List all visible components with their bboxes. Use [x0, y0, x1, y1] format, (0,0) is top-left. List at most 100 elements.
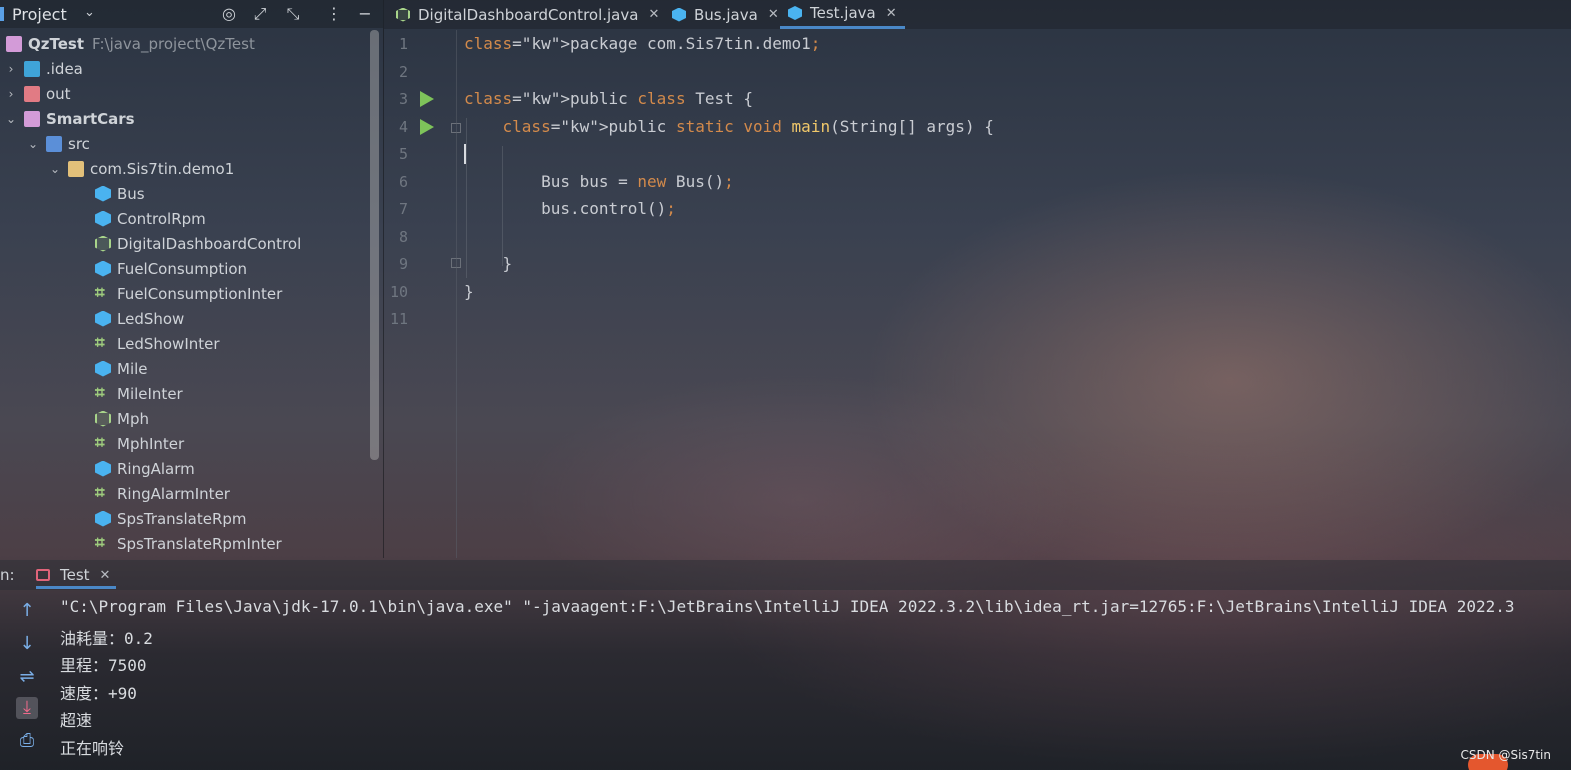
console-output[interactable]: "C:\Program Files\Java\jdk-17.0.1\bin\ja…: [60, 594, 1571, 770]
console-line: 里程：7500: [60, 656, 147, 675]
line-number: 6: [398, 173, 408, 191]
tree-item-interface[interactable]: FuelConsumptionInter: [95, 281, 282, 306]
chevron-right-icon[interactable]: ›: [4, 62, 18, 76]
class-icon: [95, 210, 111, 227]
soft-wrap-icon[interactable]: ⇌: [16, 666, 38, 688]
run-panel-label: n:: [0, 566, 15, 584]
chevron-right-icon[interactable]: ›: [4, 87, 18, 101]
watermark: CSDN @Sis7tin: [1460, 748, 1551, 762]
tree-item-interface[interactable]: MileInter: [95, 381, 183, 406]
line-number: 8: [398, 228, 408, 246]
chevron-down-icon[interactable]: ⌄: [26, 137, 40, 151]
tree-item-class[interactable]: ControlRpm: [95, 206, 206, 231]
minimize-icon[interactable]: −: [355, 4, 375, 24]
class-icon: [95, 185, 111, 202]
line-number: 2: [398, 63, 408, 81]
tree-item-class[interactable]: SpsTranslateRpm: [95, 506, 247, 531]
close-icon[interactable]: ✕: [648, 7, 659, 22]
line-number: 7: [398, 200, 408, 218]
tree-item-class[interactable]: Bus: [95, 181, 145, 206]
code-line: class="kw">public class Test {: [464, 89, 754, 108]
interface-icon: [95, 333, 111, 353]
tab-digitaldashboardcontrol[interactable]: DigitalDashboardControl.java ✕: [396, 0, 659, 29]
class-icon: [95, 460, 111, 477]
run-icon[interactable]: [420, 91, 434, 107]
tree-item-class[interactable]: FuelConsumption: [95, 256, 247, 281]
code-line: bus.control();: [464, 199, 676, 218]
scroll-to-end-icon[interactable]: ⤓: [16, 697, 38, 719]
project-tree: QzTest F:\java_project\QzTest › .idea › …: [0, 30, 372, 555]
collapse-icon[interactable]: ⤡: [283, 4, 303, 24]
tab-bus[interactable]: Bus.java ✕: [672, 0, 779, 29]
tree-item-class[interactable]: LedShow: [95, 306, 184, 331]
module-icon: [6, 35, 22, 52]
project-panel-header: Project ⌄ ◎ ⤢ ⤡ ⋮ −: [0, 0, 383, 28]
console-line: 油耗量：0.2: [60, 629, 153, 648]
line-number: 9: [398, 255, 408, 273]
code-editor[interactable]: 1 2 3 4 5 6 7 8 9 10 11 class="kw">packa…: [384, 30, 1571, 558]
chevron-down-icon[interactable]: ⌄: [48, 162, 62, 176]
console-line: 超速: [60, 711, 93, 730]
arrow-up-icon[interactable]: ↑: [16, 600, 38, 622]
project-view-dropdown[interactable]: Project: [12, 5, 67, 24]
close-icon[interactable]: ✕: [886, 6, 897, 21]
tree-item-package[interactable]: ⌄ com.Sis7tin.demo1: [48, 156, 234, 181]
folder-icon: [24, 85, 40, 102]
code-line: class="kw">public static void main(Strin…: [502, 117, 994, 136]
close-icon[interactable]: ✕: [768, 7, 779, 22]
project-view-icon: [0, 7, 4, 21]
arrow-down-icon[interactable]: ↓: [16, 633, 38, 655]
tree-item-interface[interactable]: MphInter: [95, 431, 184, 456]
interface-icon: [95, 433, 111, 453]
chevron-down-icon[interactable]: ⌄: [4, 112, 18, 126]
tree-item-src[interactable]: ⌄ src: [26, 131, 90, 156]
code-line: }: [464, 282, 474, 301]
tree-item-interface[interactable]: LedShowInter: [95, 331, 220, 356]
class-icon: [95, 510, 111, 527]
abstract-class-icon: [396, 7, 410, 22]
class-icon: [672, 7, 686, 22]
tree-item-idea[interactable]: › .idea: [4, 56, 83, 81]
tree-item-out[interactable]: › out: [4, 81, 71, 106]
print-icon[interactable]: ⎙: [16, 730, 38, 752]
tree-item-class[interactable]: DigitalDashboardControl: [95, 231, 301, 256]
text-caret: [464, 144, 466, 164]
module-icon: [24, 110, 40, 127]
expand-icon[interactable]: ⤢: [250, 4, 270, 24]
interface-icon: [95, 383, 111, 403]
target-icon[interactable]: ◎: [219, 4, 239, 24]
tree-item-class[interactable]: Mph: [95, 406, 149, 431]
tab-test[interactable]: Test.java ✕: [780, 0, 905, 29]
run-icon[interactable]: [420, 119, 434, 135]
class-icon: [95, 260, 111, 277]
line-number: 11: [389, 310, 408, 328]
line-number: 3: [398, 90, 408, 108]
code-line: }: [464, 254, 513, 273]
application-icon: [36, 569, 50, 581]
interface-icon: [95, 483, 111, 503]
gutter-separator: [456, 30, 457, 558]
tree-item-class[interactable]: RingAlarm: [95, 456, 195, 481]
run-toolbar: ↑ ↓ ⇌ ⤓ ⎙: [10, 598, 46, 770]
class-icon: [95, 360, 111, 377]
tree-item-smartcars[interactable]: ⌄ SmartCars: [4, 106, 135, 131]
code-line: class="kw">package com.Sis7tin.demo1;: [464, 34, 821, 53]
interface-icon: [95, 283, 111, 303]
line-number: 1: [398, 35, 408, 53]
console-line: "C:\Program Files\Java\jdk-17.0.1\bin\ja…: [60, 597, 1515, 616]
chevron-down-icon[interactable]: ⌄: [84, 5, 95, 20]
tree-item-qztest[interactable]: QzTest F:\java_project\QzTest: [6, 31, 255, 56]
class-icon: [788, 6, 802, 20]
close-icon[interactable]: ✕: [100, 568, 111, 583]
abstract-class-icon: [95, 235, 111, 252]
editor-tab-bar: DigitalDashboardControl.java ✕ Bus.java …: [384, 0, 1571, 29]
run-panel-header: n: Test ✕: [0, 560, 1571, 590]
more-icon[interactable]: ⋮: [324, 4, 344, 24]
abstract-class-icon: [95, 410, 111, 427]
tree-item-interface[interactable]: RingAlarmInter: [95, 481, 230, 506]
console-line: 正在响铃: [60, 739, 125, 758]
tree-item-class[interactable]: Mile: [95, 356, 148, 381]
tree-item-interface[interactable]: SpsTranslateRpmInter: [95, 531, 282, 556]
source-folder-icon: [46, 135, 62, 152]
run-tab-test[interactable]: Test ✕: [36, 564, 117, 589]
